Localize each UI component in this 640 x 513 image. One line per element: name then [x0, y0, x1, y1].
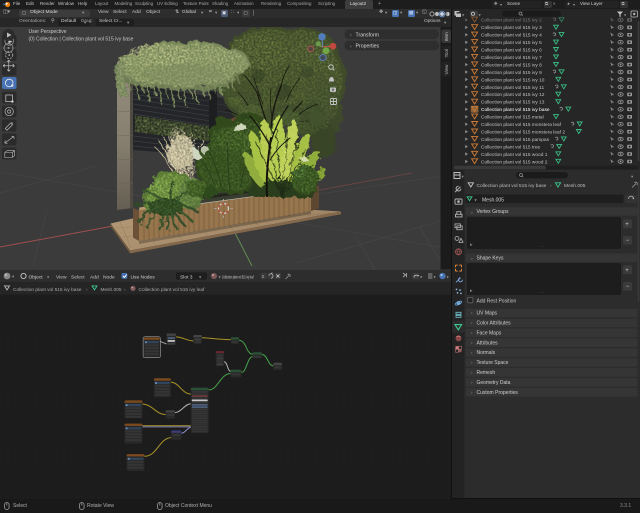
svg-text:Collection plant vol 515 ivy 4: Collection plant vol 515 ivy 4	[481, 32, 542, 38]
svg-text:...: ...	[540, 243, 544, 248]
svg-text:Node: Node	[103, 274, 115, 280]
svg-text:Collection plant vol 515 ivy l: Collection plant vol 515 ivy leaf	[139, 287, 206, 293]
svg-text:+: +	[625, 268, 629, 274]
svg-text:Object: Object	[29, 274, 44, 280]
svg-text:Collection plant vol 515 monst: Collection plant vol 515 monstera leaf 2	[481, 129, 565, 135]
svg-text:Collection plant vol 515 ivy 1: Collection plant vol 515 ivy 10	[481, 77, 545, 83]
svg-text:Collection plant vol 515 ivy 5: Collection plant vol 515 ivy 5	[481, 40, 542, 46]
svg-text:▾: ▾	[479, 12, 482, 17]
svg-text:Collection plant vol 515 ivy 1: Collection plant vol 515 ivy 13	[481, 99, 545, 105]
svg-text:▾: ▾	[462, 12, 465, 17]
svg-text:User Perspective: User Perspective	[29, 29, 67, 35]
svg-text:Collection plant vol 515 ivy b: Collection plant vol 515 ivy base	[481, 107, 550, 113]
svg-text:−: −	[626, 284, 630, 290]
svg-text:▾: ▾	[631, 174, 634, 179]
svg-text:Custom Properties: Custom Properties	[477, 390, 519, 396]
svg-text:Mesh.005: Mesh.005	[564, 183, 586, 189]
svg-text:Add: Add	[90, 274, 99, 280]
svg-text:Attributes: Attributes	[477, 340, 499, 346]
svg-text:Geometry Data: Geometry Data	[477, 380, 511, 386]
svg-text:Collection plant vol 515 pampa: Collection plant vol 515 pampas	[481, 136, 550, 142]
svg-text:⌄: ⌄	[470, 209, 474, 214]
svg-text:Texture Space: Texture Space	[477, 360, 509, 366]
svg-text:Collection plant vol 515 ivy 3: Collection plant vol 515 ivy 3	[481, 25, 542, 31]
svg-text:Collection plant vol 515 ivy l: Collection plant vol 515 ivy leaf	[222, 275, 254, 280]
svg-text:Collection plant vol 515 ivy 2: Collection plant vol 515 ivy 2	[481, 17, 542, 23]
svg-text:▾: ▾	[47, 274, 49, 279]
svg-text:Properties: Properties	[356, 44, 380, 50]
svg-text:Item: Item	[444, 32, 449, 41]
svg-text:UV Maps: UV Maps	[477, 311, 498, 317]
svg-text:Normals: Normals	[477, 350, 496, 356]
svg-text:Collection plant vol 515 ivy b: Collection plant vol 515 ivy base	[13, 287, 82, 293]
svg-text:Remesh: Remesh	[477, 370, 496, 376]
svg-text:▾: ▾	[447, 274, 449, 279]
svg-text:Slot 3: Slot 3	[180, 274, 193, 280]
svg-text:Collection plant vol 515 tree: Collection plant vol 515 tree	[481, 144, 541, 150]
svg-text:−: −	[626, 238, 630, 244]
svg-text:Collection plant vol 515 ivy 7: Collection plant vol 515 ivy 7	[481, 54, 542, 60]
svg-text:Collection plant vol 515 ivy 1: Collection plant vol 515 ivy 11	[481, 84, 544, 90]
svg-text:Transform: Transform	[356, 32, 379, 38]
svg-text:⌄: ⌄	[470, 256, 474, 261]
svg-text:View: View	[56, 274, 67, 280]
svg-text:(0) Collection | Collection pl: (0) Collection | Collection plant vol 51…	[29, 37, 134, 43]
svg-text:Collection plant vol 515 metal: Collection plant vol 515 metal	[481, 114, 544, 120]
svg-text:Color Attributes: Color Attributes	[477, 321, 512, 327]
svg-text:›: ›	[550, 184, 552, 189]
svg-text:Collection plant vol 515 ivy 9: Collection plant vol 515 ivy 9	[481, 69, 542, 75]
svg-text:Shape Keys: Shape Keys	[477, 255, 504, 261]
svg-text:▾: ▾	[219, 274, 221, 279]
svg-text:▾: ▾	[420, 274, 422, 279]
svg-text:Select: Select	[71, 274, 85, 280]
svg-text:Face Maps: Face Maps	[477, 330, 502, 336]
svg-text:Collection plant vol 515 ivy 1: Collection plant vol 515 ivy 12	[481, 92, 545, 98]
svg-text:Mesh.005: Mesh.005	[482, 197, 504, 203]
svg-text:Collection plant vol 515 wood: Collection plant vol 515 wood 2	[481, 159, 548, 165]
svg-text:View: View	[444, 64, 449, 75]
svg-text:Vertex Groups: Vertex Groups	[477, 209, 509, 215]
svg-text:Collection plant vol 515 monst: Collection plant vol 515 monstera leaf	[481, 122, 562, 128]
svg-text:▾: ▾	[199, 274, 201, 279]
svg-text:Collection plant vol 515 wood: Collection plant vol 515 wood 1	[481, 151, 548, 157]
svg-text:▾: ▾	[434, 274, 436, 279]
svg-text:+: +	[625, 222, 629, 228]
svg-text:▾: ▾	[12, 274, 14, 279]
svg-text:Tool: Tool	[444, 49, 449, 57]
svg-text:▾: ▾	[475, 197, 477, 202]
svg-text:...: ...	[540, 289, 544, 294]
svg-text:Add Rest Position: Add Rest Position	[477, 298, 517, 304]
svg-text:Mesh.005: Mesh.005	[101, 287, 122, 293]
svg-text:Use Nodes: Use Nodes	[131, 274, 156, 280]
svg-text:Collection plant vol 515 ivy b: Collection plant vol 515 ivy base	[477, 183, 547, 189]
svg-text:Collection plant vol 515 ivy 8: Collection plant vol 515 ivy 8	[481, 62, 542, 68]
svg-text:Collection plant vol 515 ivy 6: Collection plant vol 515 ivy 6	[481, 47, 542, 53]
svg-text:▾: ▾	[624, 12, 627, 17]
